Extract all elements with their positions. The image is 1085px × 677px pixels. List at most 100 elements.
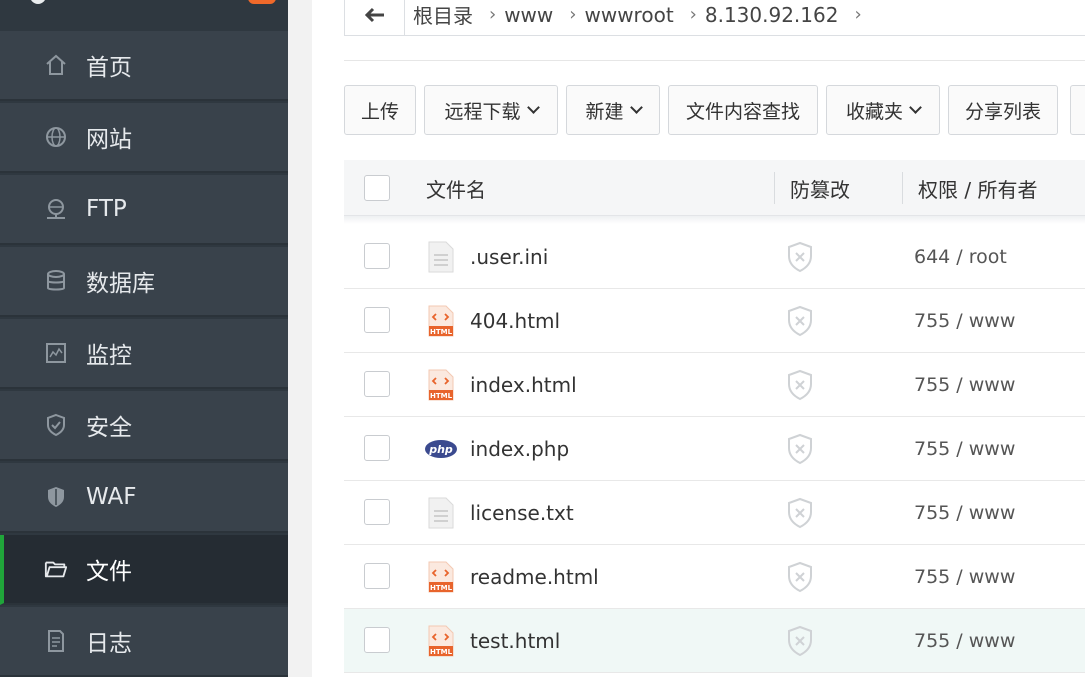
html-file-icon: HTML xyxy=(428,625,454,657)
shield-check-icon xyxy=(44,413,68,437)
row-checkbox[interactable] xyxy=(364,371,390,397)
table-row[interactable]: php index.php 755 / www xyxy=(344,417,1085,481)
breadcrumb-item-site[interactable]: 8.130.92.162 xyxy=(705,3,839,27)
permission-owner[interactable]: 755 / www xyxy=(914,353,1015,417)
tamper-protection-off-icon[interactable] xyxy=(786,241,814,273)
sidebar-item-files[interactable]: 文件 xyxy=(0,535,288,605)
sidebar-item-logs[interactable]: 日志 xyxy=(0,607,288,677)
chevron-right-icon: › xyxy=(689,4,697,25)
file-name-link[interactable]: 404.html xyxy=(470,289,560,353)
ftp-icon xyxy=(44,197,68,221)
html-file-icon: HTML xyxy=(428,369,454,401)
sidebar-item-website[interactable]: 网站 xyxy=(0,103,288,173)
table-row[interactable]: HTML index.html 755 / www xyxy=(344,353,1085,417)
text-file-icon xyxy=(428,241,454,273)
sidebar-header xyxy=(0,0,288,30)
remote-download-button[interactable]: 远程下载 xyxy=(424,85,558,135)
tamper-protection-off-icon[interactable] xyxy=(786,369,814,401)
breadcrumb: 根目录 › www › wwwroot › 8.130.92.162 › xyxy=(344,0,1085,36)
row-checkbox[interactable] xyxy=(364,435,390,461)
sidebar-item-label: WAF xyxy=(86,484,137,510)
sidebar-item-label: 日志 xyxy=(86,631,132,657)
file-name-link[interactable]: readme.html xyxy=(470,545,599,609)
breadcrumb-item-root[interactable]: 根目录 xyxy=(413,0,473,29)
sidebar-item-label: 网站 xyxy=(86,127,132,153)
file-name-link[interactable]: test.html xyxy=(470,609,560,673)
permission-owner[interactable]: 755 / www xyxy=(914,609,1015,673)
chevron-right-icon: › xyxy=(569,4,577,25)
sidebar-item-label: 安全 xyxy=(86,415,132,441)
row-checkbox[interactable] xyxy=(364,627,390,653)
sidebar-item-home[interactable]: 首页 xyxy=(0,31,288,101)
header-permission[interactable]: 权限 / 所有者 xyxy=(918,160,1037,216)
breadcrumb-item-wwwroot[interactable]: wwwroot xyxy=(584,3,673,27)
row-checkbox[interactable] xyxy=(364,499,390,525)
share-list-button[interactable]: 分享列表 xyxy=(948,85,1058,135)
tamper-protection-off-icon[interactable] xyxy=(786,305,814,337)
permission-owner[interactable]: 755 / www xyxy=(914,417,1015,481)
row-checkbox[interactable] xyxy=(364,307,390,333)
tamper-protection-off-icon[interactable] xyxy=(786,625,814,657)
more-button[interactable] xyxy=(1070,85,1085,135)
file-name-link[interactable]: license.txt xyxy=(470,481,574,545)
file-name-link[interactable]: .user.ini xyxy=(470,225,548,289)
waf-shield-icon xyxy=(44,485,68,509)
svg-text:HTML: HTML xyxy=(430,584,453,592)
file-name-link[interactable]: index.html xyxy=(470,353,577,417)
back-button[interactable] xyxy=(345,0,405,35)
table-header: 文件名 防篡改 权限 / 所有者 xyxy=(344,160,1085,216)
svg-text:HTML: HTML xyxy=(430,648,453,656)
file-name-link[interactable]: index.php xyxy=(470,417,569,481)
php-file-icon: php xyxy=(425,440,457,458)
header-filename[interactable]: 文件名 xyxy=(426,160,486,216)
table-row[interactable]: HTML 404.html 755 / www xyxy=(344,289,1085,353)
column-divider xyxy=(774,172,775,204)
log-icon xyxy=(44,629,68,653)
table-row[interactable]: .user.ini 644 / root xyxy=(344,225,1085,289)
tamper-protection-off-icon[interactable] xyxy=(786,497,814,529)
table-row[interactable]: license.txt 755 / www xyxy=(344,481,1085,545)
file-manager: 根目录 › www › wwwroot › 8.130.92.162 › 上传 … xyxy=(312,0,1085,677)
column-divider xyxy=(902,172,903,204)
chevron-right-icon: › xyxy=(489,4,497,25)
arrow-left-icon xyxy=(364,7,384,22)
breadcrumb-item-www[interactable]: www xyxy=(504,3,553,27)
content-search-button[interactable]: 文件内容查找 xyxy=(668,85,818,135)
svg-text:HTML: HTML xyxy=(430,328,453,336)
monitor-icon xyxy=(44,341,68,365)
database-icon xyxy=(44,269,68,293)
divider xyxy=(344,60,1085,61)
sidebar-item-label: 监控 xyxy=(86,343,132,369)
table-row[interactable]: HTML readme.html 755 / www xyxy=(344,545,1085,609)
chevron-down-icon xyxy=(909,100,922,114)
select-all-checkbox[interactable] xyxy=(364,175,390,201)
table-row-highlighted[interactable]: HTML test.html 755 / www xyxy=(344,609,1085,673)
sidebar-item-label: FTP xyxy=(86,196,127,222)
tamper-protection-off-icon[interactable] xyxy=(786,561,814,593)
sidebar-item-ftp[interactable]: FTP xyxy=(0,175,288,245)
notification-badge[interactable] xyxy=(248,0,276,4)
html-file-icon: HTML xyxy=(428,561,454,593)
globe-icon xyxy=(44,125,68,149)
sidebar-item-waf[interactable]: WAF xyxy=(0,463,288,533)
upload-button[interactable]: 上传 xyxy=(344,85,416,135)
header-tamper[interactable]: 防篡改 xyxy=(790,160,850,216)
permission-owner[interactable]: 755 / www xyxy=(914,545,1015,609)
permission-owner[interactable]: 644 / root xyxy=(914,225,1007,289)
sidebar-item-database[interactable]: 数据库 xyxy=(0,247,288,317)
chevron-down-icon xyxy=(526,100,540,114)
chevron-down-icon xyxy=(629,100,643,114)
tamper-protection-off-icon[interactable] xyxy=(786,433,814,465)
new-button[interactable]: 新建 xyxy=(566,85,660,135)
home-icon xyxy=(44,53,68,77)
folder-icon xyxy=(44,557,68,581)
text-file-icon xyxy=(428,497,454,529)
favorites-button[interactable]: 收藏夹 xyxy=(826,85,940,135)
sidebar-item-monitor[interactable]: 监控 xyxy=(0,319,288,389)
chevron-right-icon: › xyxy=(854,4,862,25)
sidebar-item-security[interactable]: 安全 xyxy=(0,391,288,461)
row-checkbox[interactable] xyxy=(364,243,390,269)
permission-owner[interactable]: 755 / www xyxy=(914,481,1015,545)
row-checkbox[interactable] xyxy=(364,563,390,589)
permission-owner[interactable]: 755 / www xyxy=(914,289,1015,353)
